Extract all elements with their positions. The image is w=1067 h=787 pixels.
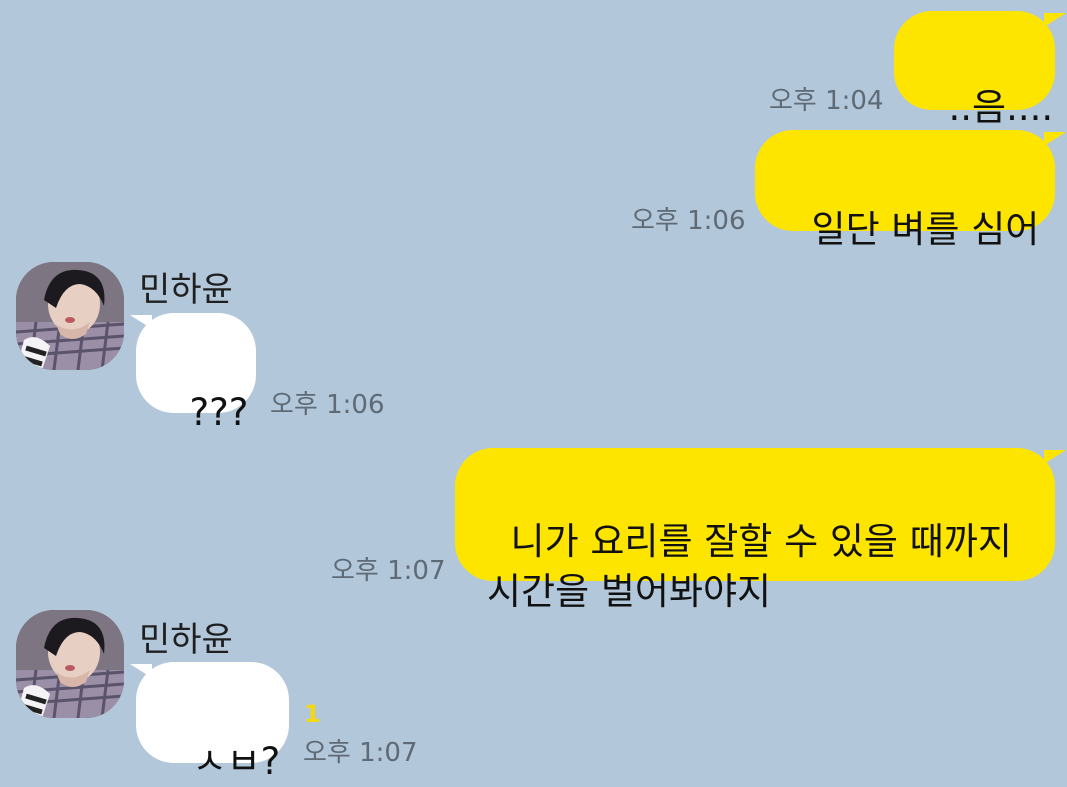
message-text: 일단 벼를 심어 bbox=[811, 208, 1040, 251]
profile-avatar[interactable] bbox=[16, 262, 124, 370]
message-time: 오후 1:07 bbox=[331, 556, 446, 586]
message-text: ..음.... bbox=[948, 86, 1054, 129]
other-message-bubble[interactable]: ㅅㅂ? bbox=[136, 662, 289, 783]
message-text: ??? bbox=[189, 391, 249, 434]
other-message-bubble[interactable]: ??? bbox=[136, 313, 256, 434]
my-message-bubble[interactable]: 일단 벼를 심어 bbox=[755, 130, 1055, 251]
bubble-tail bbox=[1044, 13, 1066, 27]
message-time: 오후 1:04 bbox=[769, 86, 884, 116]
my-message-bubble[interactable]: ..음.... bbox=[894, 11, 1055, 129]
sender-name: 민하윤 bbox=[139, 270, 233, 310]
message-time: 오후 1:06 bbox=[631, 206, 746, 236]
profile-photo-icon bbox=[16, 262, 124, 370]
unread-count: 1 bbox=[304, 700, 321, 728]
message-text: ㅅㅂ? bbox=[192, 740, 281, 783]
bubble-tail bbox=[1044, 450, 1066, 464]
message-time: 오후 1:06 bbox=[270, 390, 385, 420]
message-text: 니가 요리를 잘할 수 있을 때까지 시간을 벌어봐야지 bbox=[487, 520, 1012, 613]
bubble-tail bbox=[1044, 132, 1066, 146]
profile-avatar[interactable] bbox=[16, 610, 124, 718]
message-time: 오후 1:07 bbox=[303, 738, 418, 768]
sender-name: 민하윤 bbox=[139, 620, 233, 660]
profile-photo-icon bbox=[16, 610, 124, 718]
my-message-bubble[interactable]: 니가 요리를 잘할 수 있을 때까지 시간을 벌어봐야지 bbox=[455, 448, 1055, 613]
